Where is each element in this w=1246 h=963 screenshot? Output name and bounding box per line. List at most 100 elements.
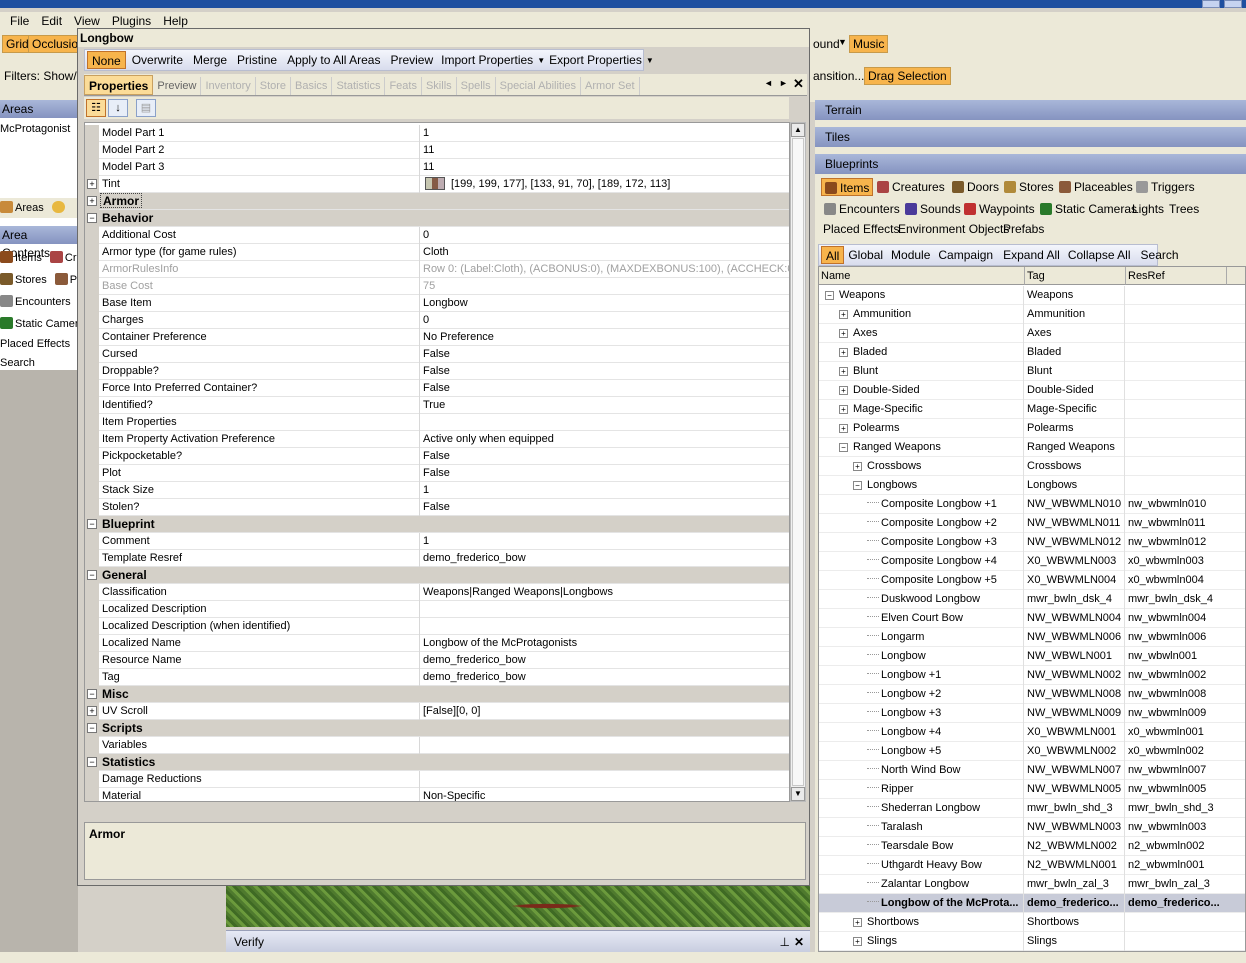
- blueprint-row[interactable]: Composite Longbow +1 NW_WBWMLN010 nw_wbwml…: [819, 495, 1245, 514]
- import-properties-button[interactable]: Import Properties: [437, 51, 537, 69]
- blueprint-row[interactable]: − Weapons Weapons: [819, 286, 1245, 305]
- expand-icon[interactable]: +: [853, 462, 862, 471]
- expand-icon[interactable]: +: [839, 310, 848, 319]
- property-row[interactable]: Model Part 3 11: [85, 159, 789, 176]
- property-row[interactable]: Material Non-Specific: [85, 788, 789, 801]
- categorized-view-icon[interactable]: ☷: [86, 99, 106, 117]
- property-value[interactable]: False: [423, 380, 789, 397]
- pristine-button[interactable]: Pristine: [233, 51, 281, 69]
- property-category[interactable]: − General: [85, 567, 789, 584]
- property-row[interactable]: Damage Reductions: [85, 771, 789, 788]
- bp-creatures[interactable]: Creatures: [874, 178, 948, 196]
- verify-close-icon[interactable]: ✕: [794, 931, 804, 953]
- menu-view[interactable]: View: [74, 14, 100, 28]
- collapse-icon[interactable]: −: [87, 689, 97, 699]
- blueprint-row[interactable]: + Crossbows Crossbows: [819, 457, 1245, 476]
- import-dropdown-icon[interactable]: ▼: [537, 56, 545, 65]
- property-value[interactable]: 11: [423, 159, 789, 176]
- collapse-icon[interactable]: −: [853, 481, 862, 490]
- blueprint-row[interactable]: − Ranged Weapons Ranged Weapons: [819, 438, 1245, 457]
- contents-items[interactable]: Items Cr: [0, 249, 77, 267]
- merge-button[interactable]: Merge: [189, 51, 231, 69]
- property-row[interactable]: Container Preference No Preference: [85, 329, 789, 346]
- property-row[interactable]: Localized Description (when identified): [85, 618, 789, 635]
- dialog-close-icon[interactable]: ✕: [793, 76, 804, 92]
- property-row[interactable]: Localized Description: [85, 601, 789, 618]
- property-row[interactable]: Comment 1: [85, 533, 789, 550]
- blueprint-row[interactable]: Tearsdale Bow N2_WBWMLN002 n2_wbwmln002: [819, 837, 1245, 856]
- blueprint-row[interactable]: − Longbows Longbows: [819, 476, 1245, 495]
- property-row[interactable]: + Tint [199, 199, 177], [133, 91, 70], [18…: [85, 176, 789, 193]
- expand-icon[interactable]: +: [839, 367, 848, 376]
- property-category[interactable]: + Armor: [85, 193, 789, 210]
- expand-all-button[interactable]: Expand All: [999, 246, 1064, 264]
- property-value[interactable]: [423, 737, 789, 754]
- property-row[interactable]: Base Cost 75: [85, 278, 789, 295]
- property-value[interactable]: [423, 618, 789, 635]
- contents-creatures-stub[interactable]: Cr: [65, 252, 77, 264]
- filter-global[interactable]: Global: [844, 246, 887, 264]
- blueprint-row[interactable]: + Shortbows Shortbows: [819, 913, 1245, 932]
- property-value[interactable]: 0: [423, 312, 789, 329]
- scrollbar-thumb[interactable]: [792, 138, 804, 786]
- property-value[interactable]: Cloth: [423, 244, 789, 261]
- blueprint-row[interactable]: Shederran Longbow mwr_bwln_shd_3 mwr_bwln_…: [819, 799, 1245, 818]
- column-header-resref[interactable]: ResRef: [1126, 267, 1227, 285]
- menu-file[interactable]: File: [10, 14, 29, 28]
- contents-static-cameras[interactable]: Static Camer: [0, 315, 79, 333]
- bp-lights[interactable]: Lights: [1129, 200, 1167, 218]
- property-row[interactable]: Plot False: [85, 465, 789, 482]
- alphabetical-sort-icon[interactable]: ↓: [108, 99, 128, 117]
- menu-plugins[interactable]: Plugins: [112, 14, 151, 28]
- column-header-name[interactable]: Name: [819, 267, 1025, 285]
- drag-selection-toggle[interactable]: Drag Selection: [864, 67, 951, 85]
- tint-swatch[interactable]: [425, 177, 445, 190]
- collapse-icon[interactable]: −: [87, 723, 97, 733]
- collapse-icon[interactable]: −: [87, 570, 97, 580]
- property-row[interactable]: ArmorRulesInfo Row 0: (Label:Cloth), (ACB…: [85, 261, 789, 278]
- property-value[interactable]: [423, 414, 789, 431]
- property-value[interactable]: [False][0, 0]: [423, 703, 789, 720]
- property-row[interactable]: Tag demo_frederico_bow: [85, 669, 789, 686]
- collapse-all-button[interactable]: Collapse All: [1064, 246, 1135, 264]
- property-value[interactable]: 1: [423, 125, 789, 142]
- bp-placeables[interactable]: Placeables: [1056, 178, 1136, 196]
- property-row[interactable]: Stolen? False: [85, 499, 789, 516]
- blueprint-row[interactable]: + Mage-Specific Mage-Specific: [819, 400, 1245, 419]
- blueprint-row[interactable]: Longbow of the McProta... demo_frederico.…: [819, 894, 1245, 913]
- property-row[interactable]: Base Item Longbow: [85, 295, 789, 312]
- property-row[interactable]: Model Part 11: [85, 125, 789, 142]
- blueprint-row[interactable]: Zalantar Longbow mwr_bwln_zal_3 mwr_bwln_z…: [819, 875, 1245, 894]
- bp-placed-effects[interactable]: Placed Effects: [820, 220, 903, 238]
- overwrite-button[interactable]: Overwrite: [128, 51, 187, 69]
- property-value[interactable]: Active only when equipped: [423, 431, 789, 448]
- music-toggle[interactable]: Music: [849, 35, 889, 53]
- maximize-button[interactable]: [1224, 0, 1242, 8]
- expand-icon[interactable]: +: [853, 918, 862, 927]
- property-value[interactable]: True: [423, 397, 789, 414]
- property-grid-scrollbar[interactable]: ▲ ▼: [790, 122, 806, 802]
- property-row[interactable]: Armor type (for game rules) Cloth: [85, 244, 789, 261]
- area-list-item[interactable]: McProtagonist: [0, 120, 70, 138]
- scroll-down-icon[interactable]: ▼: [791, 787, 805, 801]
- tab-scroll-right-icon[interactable]: ►: [779, 78, 788, 88]
- blueprint-row[interactable]: Longbow +5 X0_WBWMLN002 x0_wbwmln002: [819, 742, 1245, 761]
- bp-static-cameras[interactable]: Static Cameras: [1037, 200, 1140, 218]
- property-value[interactable]: demo_frederico_bow: [423, 669, 789, 686]
- property-value[interactable]: Weapons|Ranged Weapons|Longbows: [423, 584, 789, 601]
- blueprint-row[interactable]: Longbow +4 X0_WBWMLN001 x0_wbwmln001: [819, 723, 1245, 742]
- menu-help[interactable]: Help: [163, 14, 188, 28]
- bp-triggers[interactable]: Triggers: [1133, 178, 1198, 196]
- expand-icon[interactable]: +: [853, 937, 862, 946]
- blueprint-row[interactable]: Longbow +2 NW_WBWMLN008 nw_wbwmln008: [819, 685, 1245, 704]
- property-value[interactable]: Longbow of the McProtagonists: [423, 635, 789, 652]
- property-row[interactable]: Charges 0: [85, 312, 789, 329]
- blueprint-row[interactable]: Ripper NW_WBWMLN005 nw_wbwmln005: [819, 780, 1245, 799]
- expand-icon[interactable]: +: [87, 179, 97, 189]
- property-value[interactable]: demo_frederico_bow: [423, 652, 789, 669]
- property-value[interactable]: Longbow: [423, 295, 789, 312]
- blueprint-row[interactable]: + Bladed Bladed: [819, 343, 1245, 362]
- collapse-icon[interactable]: −: [839, 443, 848, 452]
- bp-environment-objects[interactable]: Environment Objects: [895, 220, 1012, 238]
- blueprint-row[interactable]: Taralash NW_WBWMLN003 nw_wbwmln003: [819, 818, 1245, 837]
